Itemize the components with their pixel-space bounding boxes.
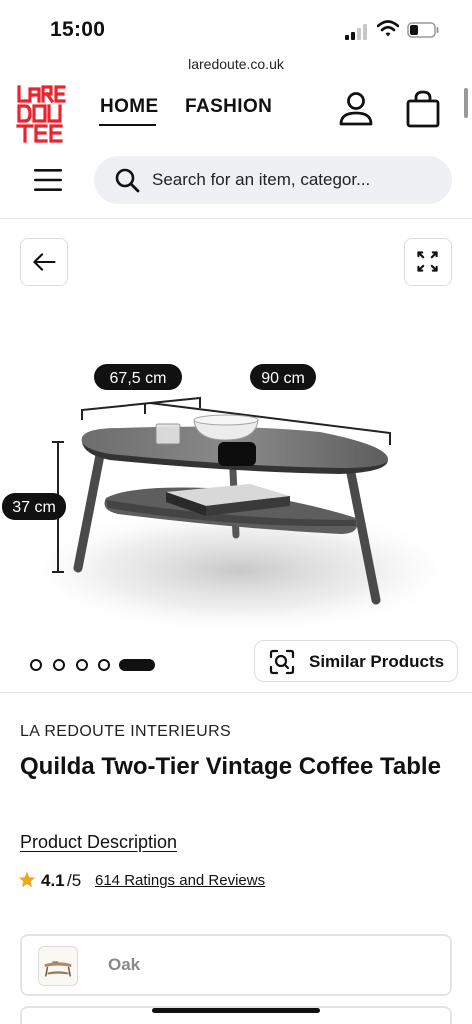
- nav-active-indicator: [99, 124, 156, 126]
- product-description-link[interactable]: Product Description: [20, 832, 177, 853]
- carousel-dot[interactable]: [98, 659, 110, 671]
- dimension-width-label: 90 cm: [261, 370, 305, 387]
- dimension-depth-label: 67,5 cm: [110, 370, 167, 387]
- wifi-icon: [377, 20, 399, 37]
- nav-home[interactable]: HOME: [100, 96, 159, 118]
- nav-fashion[interactable]: FASHION: [185, 96, 272, 118]
- la-redoute-logo[interactable]: [16, 84, 76, 144]
- variant-label: Oak: [108, 955, 141, 974]
- similar-products-button[interactable]: Similar Products: [254, 640, 458, 682]
- variant-thumbnail: [38, 946, 78, 986]
- user-icon[interactable]: [338, 91, 374, 127]
- scrollbar[interactable]: [464, 88, 468, 118]
- header-divider: [0, 218, 472, 219]
- product-title: Quilda Two-Tier Vintage Coffee Table: [20, 753, 441, 780]
- carousel-dot[interactable]: [30, 659, 42, 671]
- carousel-dot-active[interactable]: [119, 659, 155, 671]
- product-image[interactable]: 67,5 cm 90 cm 37 cm: [0, 330, 472, 630]
- section-divider: [0, 692, 472, 693]
- coffee-table-thumbnail-icon: [44, 961, 72, 977]
- search-bar[interactable]: [94, 156, 452, 204]
- table-illustration: [15, 396, 465, 630]
- dimension-height-label: 37 cm: [12, 499, 56, 516]
- search-icon[interactable]: [114, 167, 140, 193]
- ratings-reviews-link[interactable]: 614 Ratings and Reviews: [95, 872, 265, 889]
- cellular-signal-icon: [345, 24, 367, 40]
- hamburger-menu-icon[interactable]: [32, 166, 64, 194]
- variant-option[interactable]: Oak: [20, 934, 452, 996]
- home-indicator: [152, 1008, 320, 1013]
- browser-url[interactable]: laredoute.co.uk: [0, 56, 472, 72]
- back-button[interactable]: [20, 238, 68, 286]
- expand-icon: [417, 251, 438, 272]
- visual-search-icon: [269, 649, 295, 675]
- product-brand[interactable]: LA REDOUTE INTERIEURS: [20, 723, 231, 741]
- battery-icon: [407, 22, 439, 38]
- search-input[interactable]: [152, 156, 442, 204]
- rating-score: 4.1: [41, 871, 65, 890]
- carousel-dot[interactable]: [53, 659, 65, 671]
- carousel-dot[interactable]: [76, 659, 88, 671]
- similar-products-label: Similar Products: [309, 652, 445, 671]
- rating-scale: /5: [67, 871, 82, 890]
- status-time: 15:00: [50, 18, 106, 41]
- expand-button[interactable]: [404, 238, 452, 286]
- status-bar: 15:00: [0, 0, 472, 52]
- arrow-left-icon: [33, 253, 56, 271]
- shopping-bag-icon[interactable]: [404, 90, 442, 128]
- star-icon: [18, 871, 36, 888]
